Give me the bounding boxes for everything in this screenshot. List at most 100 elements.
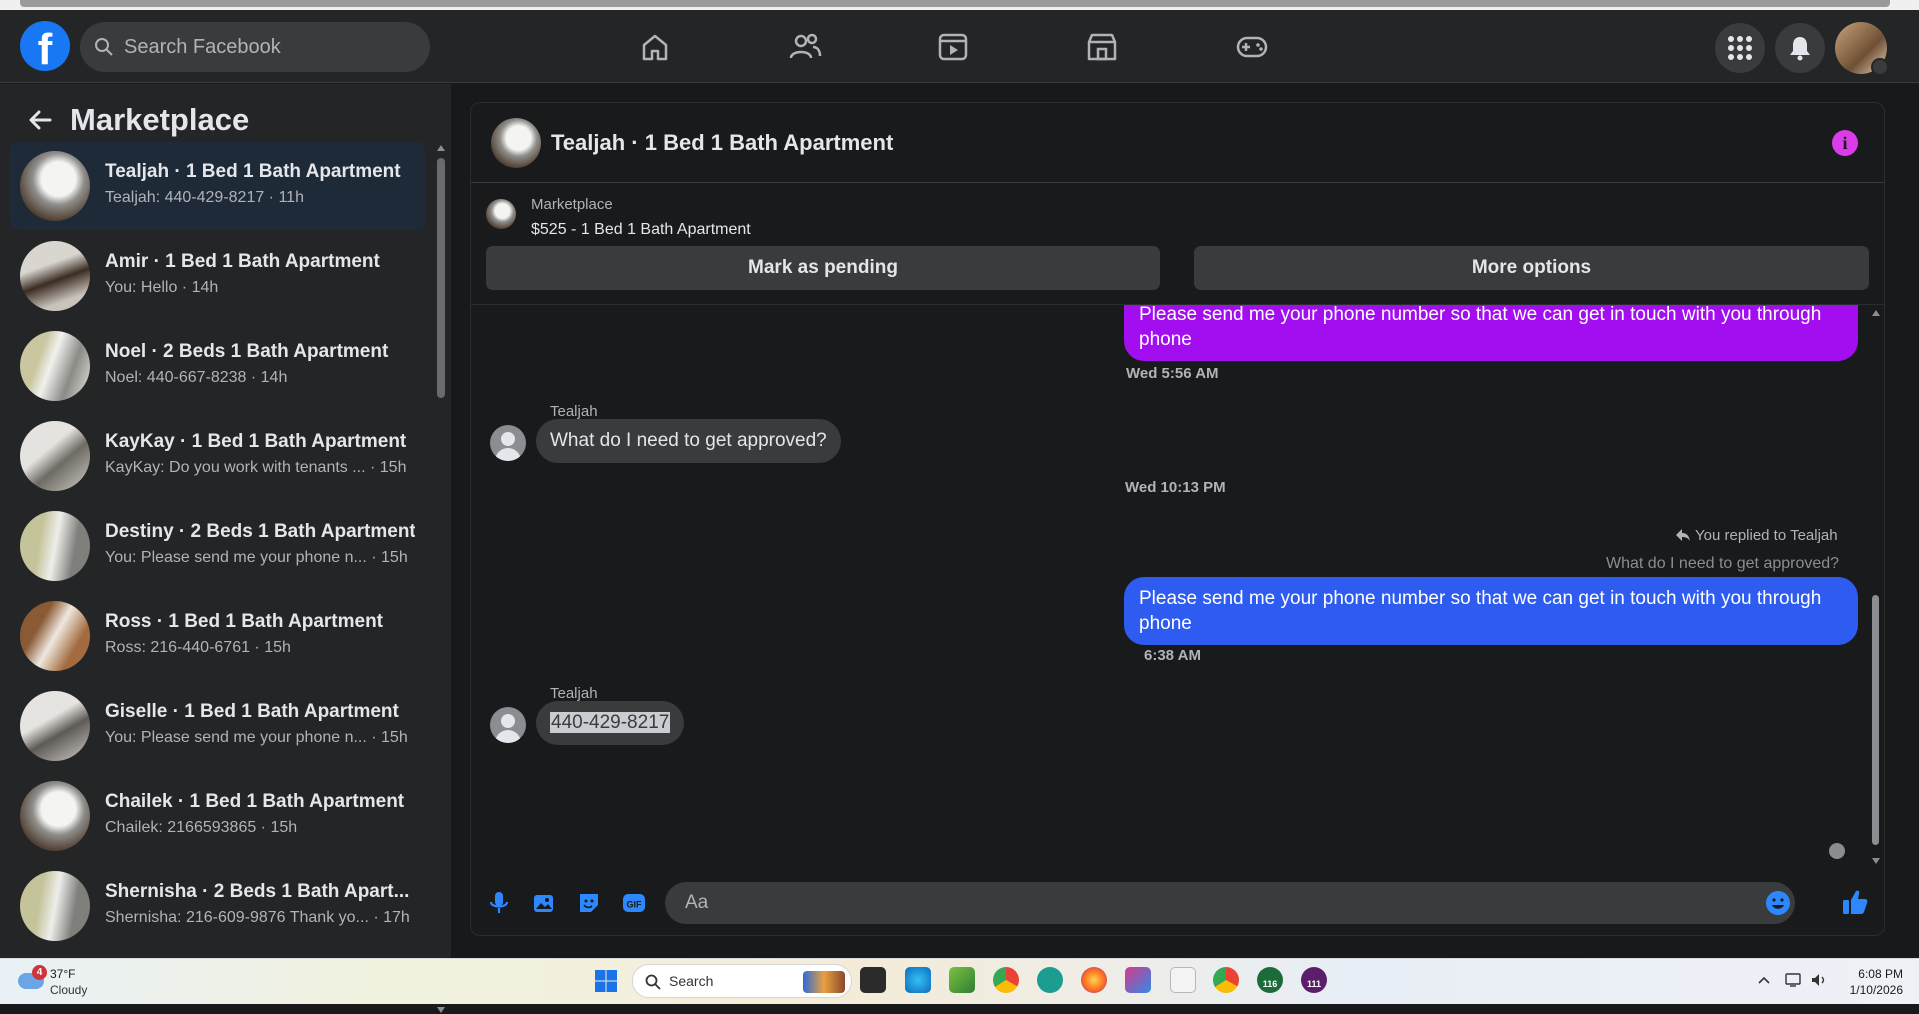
incoming-message[interactable]: 440-429-8217 xyxy=(536,701,685,745)
outgoing-message[interactable]: Please send me your phone number so that… xyxy=(1124,305,1858,361)
listing-banner: Marketplace $525 - 1 Bed 1 Bath Apartmen… xyxy=(471,184,1884,304)
conversation-preview: Tealjah: 440-429-8217 · 11h xyxy=(105,189,304,206)
facebook-logo[interactable]: f xyxy=(20,21,70,71)
back-arrow-icon[interactable] xyxy=(26,106,54,134)
more-options-button[interactable]: More options xyxy=(1194,246,1869,290)
chrome-icon[interactable] xyxy=(993,967,1019,993)
search-box[interactable] xyxy=(80,22,430,72)
windows-start-icon[interactable] xyxy=(594,969,618,993)
chrome-profile-icon[interactable] xyxy=(1213,967,1239,993)
app-badge-111-icon[interactable]: 111 xyxy=(1301,967,1327,993)
timestamp: Wed 10:13 PM xyxy=(1125,479,1226,496)
sender-avatar[interactable] xyxy=(490,425,526,461)
scroll-up-arrow-icon[interactable] xyxy=(437,144,445,152)
listing-thumbnail xyxy=(20,331,90,401)
conversation-title: KayKay · 1 Bed 1 Bath Apartment xyxy=(105,431,407,452)
listing-price-title[interactable]: $525 - 1 Bed 1 Bath Apartment xyxy=(531,221,751,239)
notifications-button[interactable] xyxy=(1775,23,1825,73)
scroll-down-arrow-icon[interactable] xyxy=(1872,857,1880,865)
listing-thumbnail xyxy=(20,781,90,851)
edge-icon[interactable] xyxy=(905,967,931,993)
listing-thumbnail[interactable] xyxy=(486,199,516,229)
conversation-item[interactable]: Giselle · 1 Bed 1 Bath Apartment You: Pl… xyxy=(10,682,425,770)
reply-note: You replied to Tealjah xyxy=(1695,527,1838,544)
app-icon[interactable] xyxy=(1037,967,1063,993)
incoming-message[interactable]: What do I need to get approved? xyxy=(536,419,841,463)
menu-button[interactable] xyxy=(1715,23,1765,73)
app-badge-116-icon[interactable]: 116 xyxy=(1257,967,1283,993)
conversation-item[interactable]: Amir · 1 Bed 1 Bath Apartment You: Hello… xyxy=(10,232,425,320)
message-thread[interactable]: Please send me your phone number so that… xyxy=(471,304,1884,868)
conversation-title: Shernisha · 2 Beds 1 Bath Apart... xyxy=(105,881,410,902)
listing-thumbnail xyxy=(20,601,90,671)
home-icon[interactable] xyxy=(636,28,674,66)
photos-app-icon[interactable] xyxy=(949,967,975,993)
search-input[interactable] xyxy=(124,22,414,72)
conversation-title: Noel · 2 Beds 1 Bath Apartment xyxy=(105,341,389,362)
sender-avatar[interactable] xyxy=(490,707,526,743)
microphone-icon[interactable] xyxy=(486,890,512,916)
timestamp: Wed 5:56 AM xyxy=(1126,365,1219,382)
search-icon xyxy=(95,38,113,56)
mark-as-pending-button[interactable]: Mark as pending xyxy=(486,246,1160,290)
grid-menu-icon xyxy=(1728,36,1752,60)
browser-top-strip xyxy=(0,0,1919,10)
snipping-tool-icon[interactable] xyxy=(1125,967,1151,993)
reply-quote[interactable]: What do I need to get approved? xyxy=(1606,555,1839,573)
conversation-title: Giselle · 1 Bed 1 Bath Apartment xyxy=(105,701,399,722)
gif-icon[interactable]: GIF xyxy=(621,890,647,916)
file-icon[interactable] xyxy=(1170,967,1196,993)
scroll-down-arrow-icon[interactable] xyxy=(437,1006,445,1014)
conversation-preview: You: Hello · 14h xyxy=(105,279,219,296)
conversation-title: Destiny · 2 Beds 1 Bath Apartment xyxy=(105,521,415,542)
message-scrollbar[interactable] xyxy=(1868,305,1884,868)
conversation-item[interactable]: Chailek · 1 Bed 1 Bath Apartment Chailek… xyxy=(10,772,425,860)
weather-condition: Cloudy xyxy=(50,983,88,997)
windows-taskbar: 4 37°F Cloudy Search 116 111 6:08 PM 1/1… xyxy=(0,958,1919,1004)
task-view-icon[interactable] xyxy=(860,967,886,993)
info-icon[interactable]: i xyxy=(1832,130,1858,156)
selected-phone-number[interactable]: 440-429-8217 xyxy=(550,712,671,733)
search-icon xyxy=(645,974,661,990)
system-clock[interactable]: 6:08 PM 1/10/2026 xyxy=(1825,966,1903,998)
sticker-icon[interactable] xyxy=(576,890,602,916)
conversation-item[interactable]: Destiny · 2 Beds 1 Bath Apartment You: P… xyxy=(10,502,425,590)
sender-name: Tealjah xyxy=(550,685,598,702)
conversation-item[interactable]: Shernisha · 2 Beds 1 Bath Apart... Shern… xyxy=(10,862,425,950)
thumbs-up-icon[interactable] xyxy=(1841,888,1869,916)
photo-icon[interactable] xyxy=(531,890,557,916)
message-input[interactable] xyxy=(665,882,1795,924)
conversation-preview: You: Please send me your phone n... · 15… xyxy=(105,729,408,746)
listing-thumbnail xyxy=(20,871,90,941)
conversation-title[interactable]: Tealjah · 1 Bed 1 Bath Apartment xyxy=(551,130,893,156)
outgoing-message[interactable]: Please send me your phone number so that… xyxy=(1124,577,1858,645)
conversation-preview: Shernisha: 216-609-9876 Thank yo... · 17… xyxy=(105,909,410,926)
conversation-preview: Chailek: 2166593865 · 15h xyxy=(105,819,298,836)
emoji-icon[interactable] xyxy=(1765,890,1791,916)
sidebar-scrollbar[interactable] xyxy=(436,144,446,1013)
clock-date: 1/10/2026 xyxy=(1849,983,1903,997)
firefox-icon[interactable] xyxy=(1081,967,1107,993)
chat-avatar[interactable] xyxy=(491,118,541,168)
gaming-icon[interactable] xyxy=(1233,28,1271,66)
conversation-item[interactable]: Noel · 2 Beds 1 Bath Apartment Noel: 440… xyxy=(10,322,425,410)
chevron-up-icon[interactable] xyxy=(1758,976,1770,984)
conversation-item[interactable]: Tealjah · 1 Bed 1 Bath Apartment Tealjah… xyxy=(10,142,425,230)
network-icon[interactable] xyxy=(1785,972,1803,988)
bell-icon xyxy=(1790,37,1810,61)
conversation-preview: Noel: 440-667-8238 · 14h xyxy=(105,369,288,386)
taskbar-search[interactable]: Search xyxy=(632,964,852,998)
marketplace-icon[interactable] xyxy=(1083,28,1121,66)
conversation-title: Ross · 1 Bed 1 Bath Apartment xyxy=(105,611,384,632)
conversation-title: Amir · 1 Bed 1 Bath Apartment xyxy=(105,251,380,272)
account-avatar[interactable] xyxy=(1835,22,1889,76)
scrollbar-thumb[interactable] xyxy=(1872,595,1879,845)
scroll-up-arrow-icon[interactable] xyxy=(1872,309,1880,317)
seen-avatar-icon xyxy=(1829,843,1845,859)
scrollbar-thumb[interactable] xyxy=(437,158,445,398)
conversation-item[interactable]: KayKay · 1 Bed 1 Bath Apartment KayKay: … xyxy=(10,412,425,500)
conversation-item[interactable]: Ross · 1 Bed 1 Bath Apartment Ross: 216-… xyxy=(10,592,425,680)
friends-icon[interactable] xyxy=(786,28,824,66)
video-icon[interactable] xyxy=(934,28,972,66)
conversation-panel: Tealjah · 1 Bed 1 Bath Apartment i Marke… xyxy=(470,102,1885,936)
